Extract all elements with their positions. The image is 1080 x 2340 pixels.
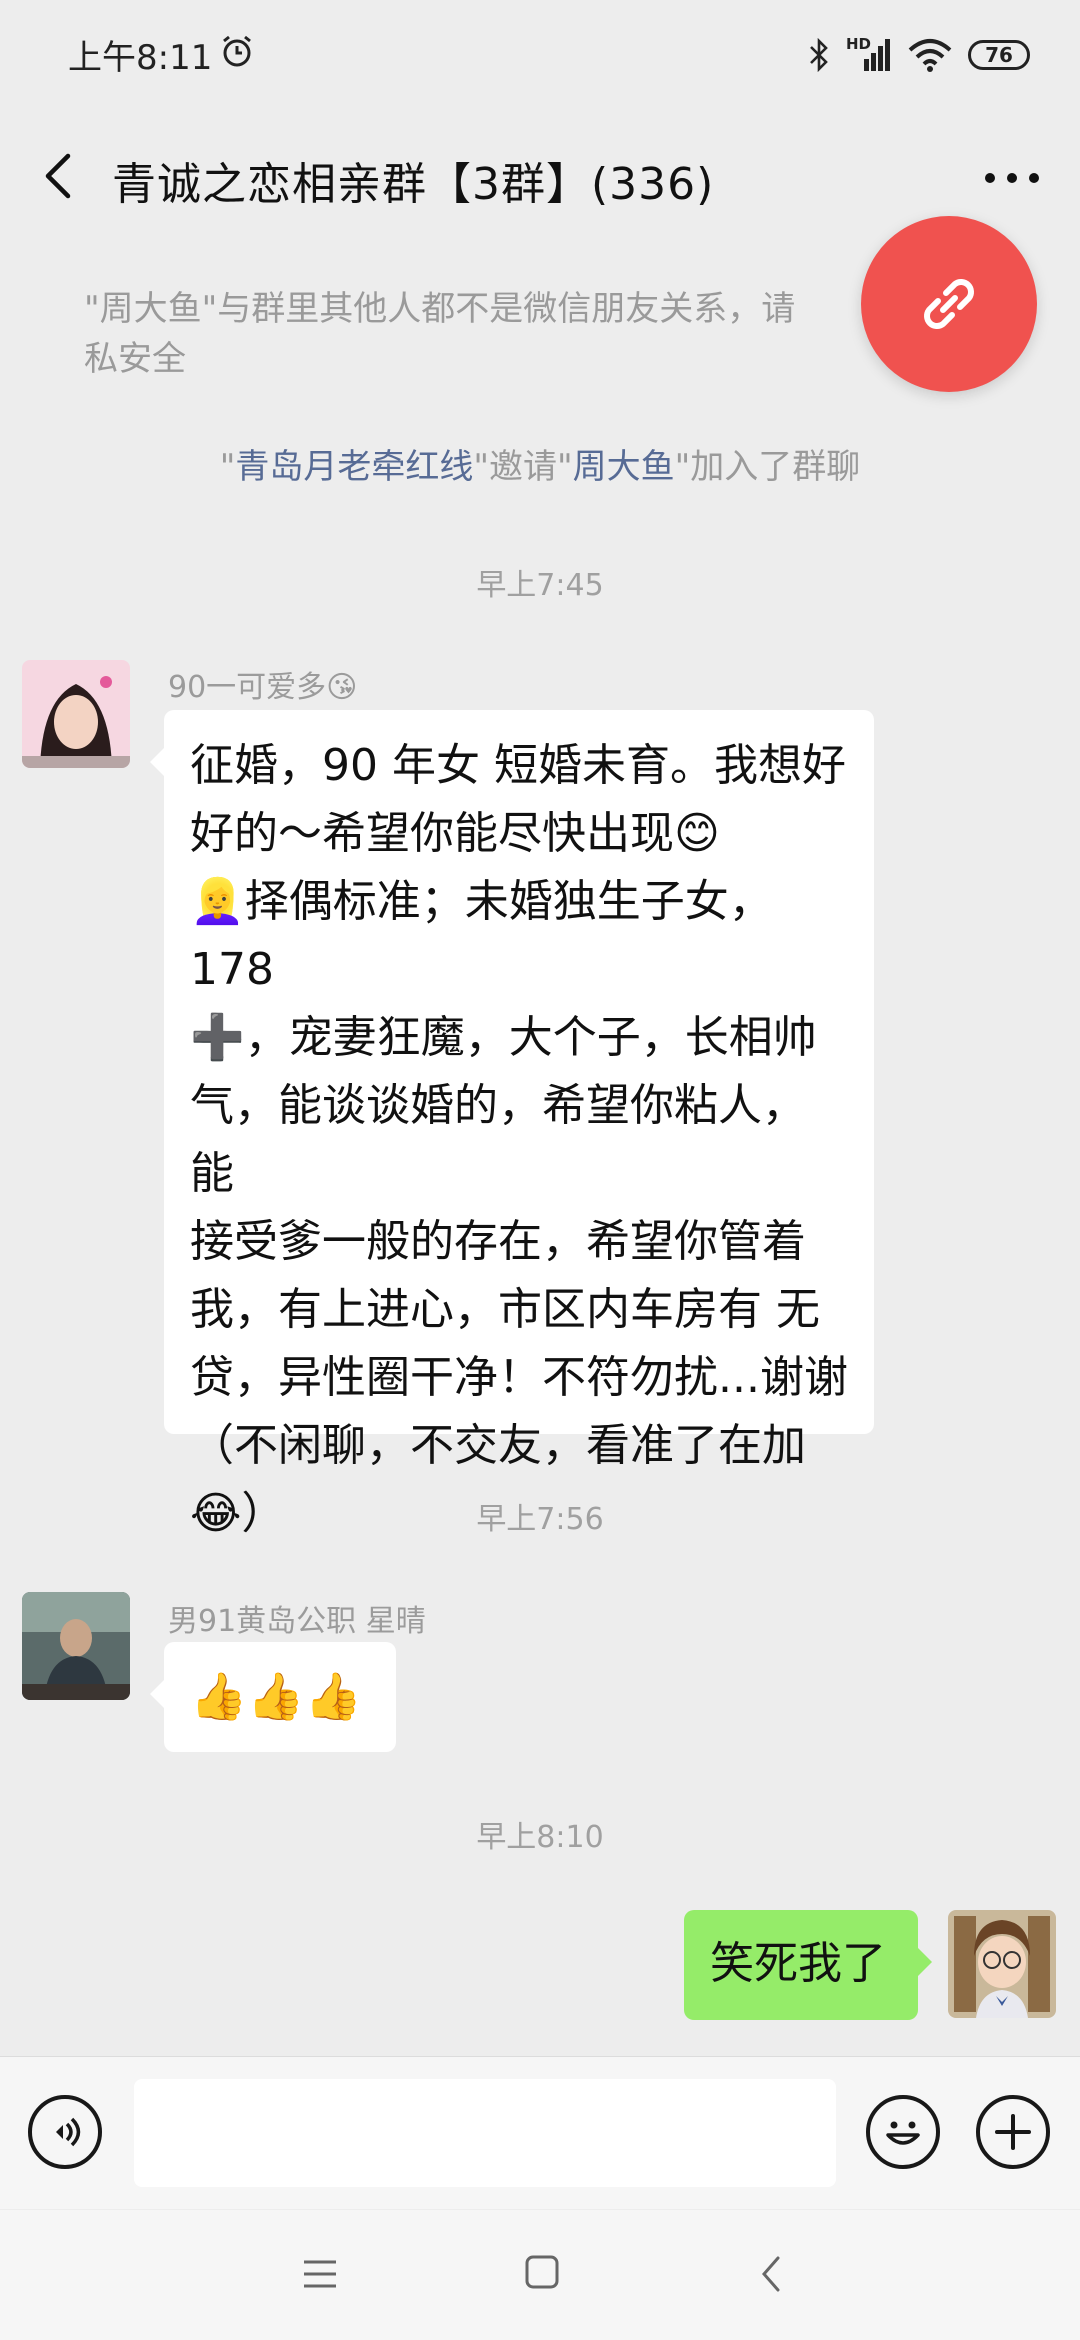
back-icon[interactable] xyxy=(34,146,84,206)
privacy-notice-line2: 私安全 xyxy=(84,339,186,379)
floating-link-button[interactable] xyxy=(861,216,1037,392)
status-time: 上午8:11 xyxy=(68,38,213,78)
message-line: 贷，异性圈干净！不符勿扰...谢谢 xyxy=(190,1352,848,1403)
invitee-link[interactable]: 周大鱼 xyxy=(573,447,675,487)
menu-nav-icon[interactable] xyxy=(300,2256,340,2292)
message-text: 👍👍👍 xyxy=(190,1669,362,1723)
privacy-notice-line1: "周大鱼"与群里其他人都不是微信朋友关系，请 xyxy=(84,289,796,329)
invite-text-end: "加入了群聊 xyxy=(674,447,861,487)
home-nav-icon[interactable] xyxy=(524,2254,560,2290)
system-nav-bar xyxy=(0,2210,1080,2340)
message-input[interactable] xyxy=(134,2079,836,2187)
message-text: 笑死我了 xyxy=(710,1938,886,1989)
link-icon xyxy=(924,279,974,329)
sender-name: 90一可爱多😘 xyxy=(168,670,358,705)
message-line: 接受爹一般的存在，希望你管着 xyxy=(190,1216,806,1267)
message-line: （不闲聊，不交友，看准了在加 xyxy=(190,1420,806,1471)
inviter-link[interactable]: 青岛月老牵红线 xyxy=(235,447,473,487)
message-bubble[interactable]: 征婚，90 年女 短婚未育。我想好 好的～希望你能尽快出现😊 👱‍♀️择偶标准；… xyxy=(150,710,874,1539)
wifi-icon xyxy=(908,39,952,72)
invite-text: "邀请" xyxy=(473,447,573,487)
emoji-icon xyxy=(886,2121,920,2145)
timestamp: 早上7:45 xyxy=(476,568,604,603)
battery-icon: 76 xyxy=(968,40,1030,70)
chat-title: 青诚之恋相亲群【3群】(336) xyxy=(112,159,715,210)
sender-name: 男91黄岛公职 星晴 xyxy=(168,1604,426,1639)
alarm-icon xyxy=(223,35,251,67)
bluetooth-icon xyxy=(810,38,828,72)
avatar[interactable] xyxy=(22,660,130,768)
invite-notice: "青岛月老牵红线"邀请"周大鱼"加入了群聊 xyxy=(0,442,1080,492)
self-avatar[interactable] xyxy=(948,1910,1056,2018)
avatar[interactable] xyxy=(22,1592,130,1700)
message-line: 气，能谈谈婚的，希望你粘人，能 xyxy=(190,1080,806,1199)
back-nav-icon[interactable] xyxy=(756,2254,786,2294)
message-line: 我，有上进心，市区内车房有 无 xyxy=(190,1284,820,1335)
privacy-notice: "周大鱼"与群里其他人都不是微信朋友关系，请 私安全 xyxy=(84,284,795,384)
invite-quote: " xyxy=(219,447,236,487)
battery-level: 76 xyxy=(985,43,1013,67)
message-bubble-self[interactable]: 笑死我了 xyxy=(684,1910,932,2020)
voice-icon xyxy=(56,2117,81,2147)
plus-icon xyxy=(995,2114,1031,2150)
message-line: 👱‍♀️择偶标准；未婚独生子女，178 xyxy=(190,876,773,995)
message-line: 好的～希望你能尽快出现😊 xyxy=(190,808,720,859)
voice-button[interactable] xyxy=(28,2095,102,2169)
emoji-button[interactable] xyxy=(866,2095,940,2169)
timestamp: 早上7:56 xyxy=(476,1502,604,1537)
message-line: 征婚，90 年女 短婚未育。我想好 xyxy=(190,740,846,791)
status-bar: 上午8:11 HD 76 xyxy=(0,0,1080,110)
plus-button[interactable] xyxy=(976,2095,1050,2169)
signal-icon: HD xyxy=(846,35,892,73)
message-line: ➕，宠妻狂魔，大个子，长相帅 xyxy=(190,1012,817,1063)
message-bubble[interactable]: 👍👍👍 xyxy=(150,1642,396,1752)
timestamp: 早上8:10 xyxy=(476,1820,604,1855)
status-icons: HD 76 xyxy=(808,30,1030,80)
input-bar xyxy=(0,2056,1080,2209)
more-icon[interactable] xyxy=(984,166,1040,190)
